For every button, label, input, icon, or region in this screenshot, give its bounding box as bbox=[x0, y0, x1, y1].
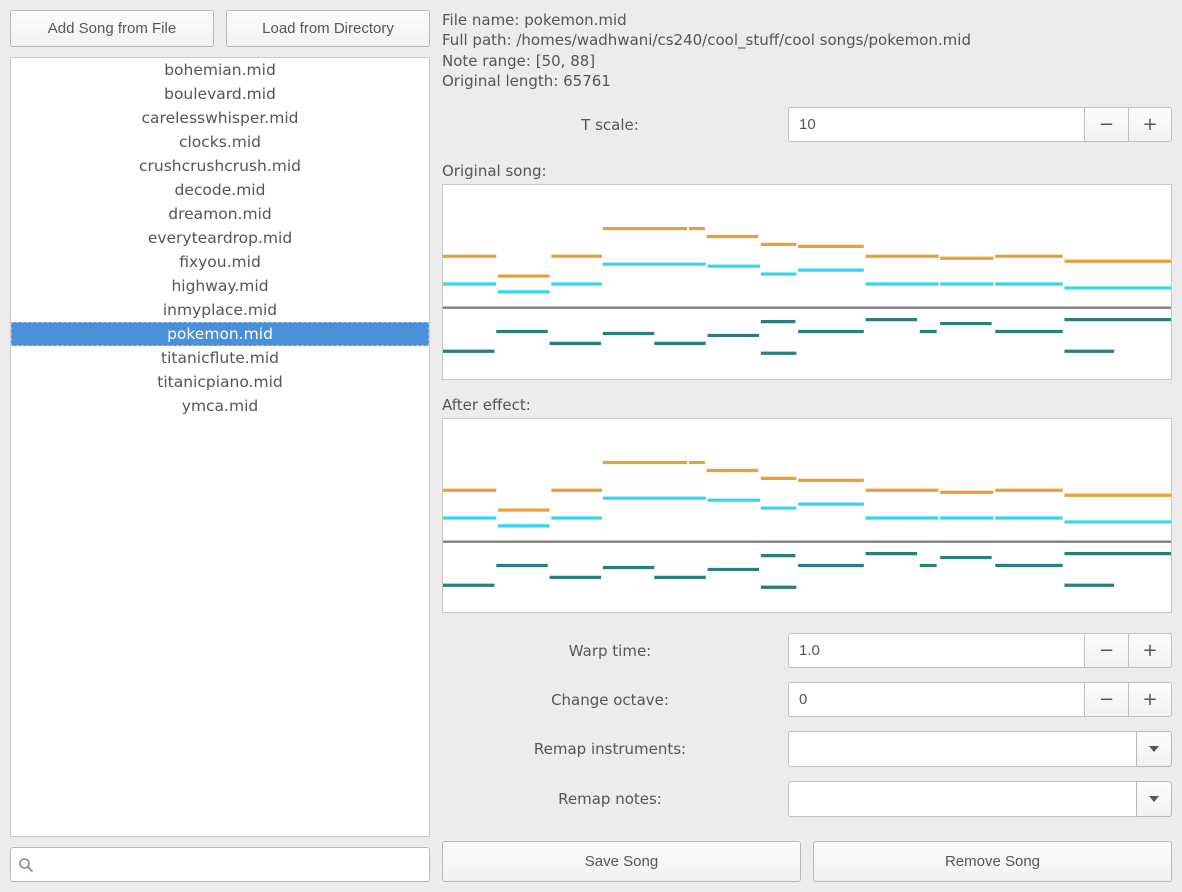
note-range-label: Note range: bbox=[442, 52, 531, 70]
change-octave-input[interactable] bbox=[788, 682, 1084, 717]
warp-time-label: Warp time: bbox=[442, 642, 788, 660]
orig-len-value: 65761 bbox=[563, 72, 611, 90]
list-item[interactable]: highway.mid bbox=[11, 274, 429, 298]
full-path-value: /homes/wadhwani/cs240/cool_stuff/cool so… bbox=[516, 31, 971, 49]
t-scale-input[interactable] bbox=[788, 107, 1084, 142]
list-item[interactable]: titanicflute.mid bbox=[11, 346, 429, 370]
song-info: File name: pokemon.mid Full path: /homes… bbox=[442, 10, 1172, 91]
list-item[interactable]: bohemian.mid bbox=[11, 58, 429, 82]
after-effect-label: After effect: bbox=[442, 396, 1172, 414]
list-item[interactable]: crushcrushcrush.mid bbox=[11, 154, 429, 178]
add-song-button[interactable]: Add Song from File bbox=[10, 10, 214, 47]
list-item[interactable]: clocks.mid bbox=[11, 130, 429, 154]
original-song-label: Original song: bbox=[442, 162, 1172, 180]
search-icon bbox=[18, 857, 34, 873]
search-input[interactable] bbox=[10, 847, 430, 882]
original-song-plot bbox=[442, 184, 1172, 380]
remap-instruments-dropdown-button[interactable] bbox=[1136, 731, 1172, 767]
remove-song-button[interactable]: Remove Song bbox=[813, 841, 1172, 882]
list-item[interactable]: dreamon.mid bbox=[11, 202, 429, 226]
file-name-label: File name: bbox=[442, 11, 519, 29]
list-item[interactable]: carelesswhisper.mid bbox=[11, 106, 429, 130]
list-item[interactable]: titanicpiano.mid bbox=[11, 370, 429, 394]
change-octave-minus-button[interactable]: − bbox=[1084, 682, 1128, 717]
change-octave-label: Change octave: bbox=[442, 691, 788, 709]
list-item[interactable]: pokemon.mid bbox=[11, 322, 429, 346]
load-directory-button[interactable]: Load from Directory bbox=[226, 10, 430, 47]
warp-time-input[interactable] bbox=[788, 633, 1084, 668]
remap-instruments-value[interactable] bbox=[788, 731, 1136, 767]
list-item[interactable]: decode.mid bbox=[11, 178, 429, 202]
note-range-value: [50, 88] bbox=[536, 52, 595, 70]
song-list[interactable]: bohemian.midboulevard.midcarelesswhisper… bbox=[10, 57, 430, 837]
list-item[interactable]: inmyplace.mid bbox=[11, 298, 429, 322]
t-scale-minus-button[interactable]: − bbox=[1084, 107, 1128, 142]
remap-notes-value[interactable] bbox=[788, 781, 1136, 817]
list-item[interactable]: boulevard.mid bbox=[11, 82, 429, 106]
after-effect-plot bbox=[442, 418, 1172, 614]
t-scale-plus-button[interactable]: + bbox=[1128, 107, 1172, 142]
file-name-value: pokemon.mid bbox=[524, 11, 626, 29]
remap-notes-dropdown-button[interactable] bbox=[1136, 781, 1172, 817]
remap-notes-label: Remap notes: bbox=[442, 790, 788, 808]
full-path-label: Full path: bbox=[442, 31, 512, 49]
list-item[interactable]: fixyou.mid bbox=[11, 250, 429, 274]
list-item[interactable]: everyteardrop.mid bbox=[11, 226, 429, 250]
remap-instruments-label: Remap instruments: bbox=[442, 740, 788, 758]
warp-time-plus-button[interactable]: + bbox=[1128, 633, 1172, 668]
save-song-button[interactable]: Save Song bbox=[442, 841, 801, 882]
t-scale-label: T scale: bbox=[442, 116, 788, 134]
orig-len-label: Original length: bbox=[442, 72, 558, 90]
warp-time-minus-button[interactable]: − bbox=[1084, 633, 1128, 668]
list-item[interactable]: ymca.mid bbox=[11, 394, 429, 418]
change-octave-plus-button[interactable]: + bbox=[1128, 682, 1172, 717]
